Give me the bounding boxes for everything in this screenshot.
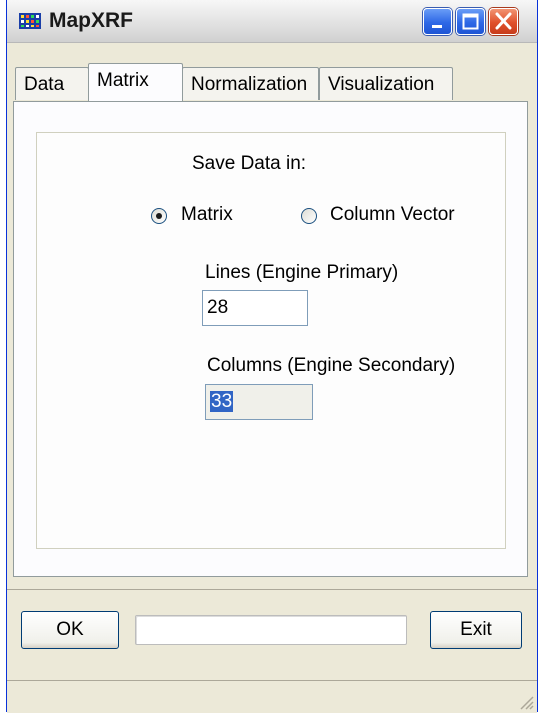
tab-visualization[interactable]: Visualization bbox=[319, 67, 453, 100]
close-button[interactable] bbox=[489, 8, 518, 35]
save-data-label: Save Data in: bbox=[192, 153, 307, 174]
tab-label: Matrix bbox=[97, 70, 149, 91]
lines-label: Lines (Engine Primary) bbox=[205, 262, 399, 283]
minimize-button[interactable] bbox=[423, 8, 452, 35]
lines-input-value: 28 bbox=[207, 297, 229, 318]
tab-normalization[interactable]: Normalization bbox=[182, 67, 319, 100]
maximize-icon bbox=[462, 13, 479, 30]
matrix-radio[interactable] bbox=[151, 208, 167, 224]
ok-button[interactable]: OK bbox=[21, 611, 119, 649]
column-vector-radio-label[interactable]: Column Vector bbox=[330, 204, 455, 226]
status-bar bbox=[7, 680, 537, 713]
matrix-radio-label[interactable]: Matrix bbox=[181, 204, 233, 226]
matrix-settings-group: Save Data in: Matrix Column Vector Lines… bbox=[36, 132, 506, 549]
exit-button[interactable]: Exit bbox=[430, 611, 522, 649]
resize-grip-icon[interactable] bbox=[515, 691, 535, 711]
tab-label: Data bbox=[24, 74, 65, 95]
columns-label: Columns (Engine Secondary) bbox=[207, 355, 456, 376]
columns-input-value: 33 bbox=[210, 391, 234, 412]
close-icon bbox=[495, 12, 512, 30]
columns-input[interactable]: 33 bbox=[205, 384, 313, 420]
radio-selected-dot bbox=[156, 213, 162, 219]
column-vector-radio[interactable] bbox=[301, 208, 317, 224]
tab-label: Normalization bbox=[191, 74, 308, 95]
bottom-button-bar: OK Exit bbox=[7, 589, 537, 713]
maximize-button[interactable] bbox=[456, 8, 485, 35]
tab-label: Visualization bbox=[328, 74, 435, 95]
app-icon bbox=[19, 13, 41, 29]
title-bar[interactable]: MapXRF bbox=[7, 0, 537, 43]
client-area: Data Matrix Normalization Visualization … bbox=[7, 43, 537, 713]
matrix-tab-panel: Save Data in: Matrix Column Vector Lines… bbox=[13, 101, 528, 577]
lines-input[interactable]: 28 bbox=[202, 290, 308, 326]
mapxrf-window: MapXRF Data Matrix Normalization Visuali… bbox=[6, 0, 538, 713]
progress-bar bbox=[135, 615, 407, 645]
tab-data[interactable]: Data bbox=[15, 67, 89, 100]
tab-matrix[interactable]: Matrix bbox=[88, 63, 183, 101]
minimize-icon bbox=[432, 25, 442, 28]
window-title: MapXRF bbox=[49, 9, 133, 32]
